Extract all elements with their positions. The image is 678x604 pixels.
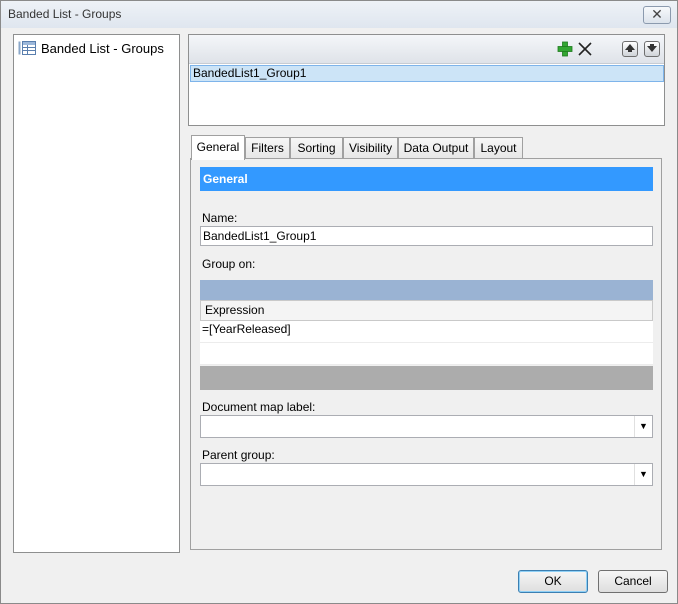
name-field[interactable]: BandedList1_Group1	[200, 226, 653, 246]
document-map-combobox[interactable]: ▼	[200, 415, 653, 438]
move-down-icon	[647, 44, 657, 52]
name-label: Name:	[202, 211, 238, 225]
group-expressions-grid: Expression =[YearReleased]	[200, 280, 653, 390]
add-group-button[interactable]	[556, 40, 574, 58]
general-tab-panel: General Name: BandedList1_Group1 Group o…	[190, 158, 662, 550]
move-down-button[interactable]	[644, 41, 660, 57]
grid-bottom-bar	[200, 366, 653, 390]
expression-row[interactable]: =[YearReleased]	[200, 321, 653, 343]
tab-visibility[interactable]: Visibility	[343, 137, 398, 159]
tab-data-output[interactable]: Data Output	[398, 137, 474, 159]
groups-dialog: Banded List - Groups ✕ Banded List - Gro…	[0, 0, 678, 604]
close-icon	[578, 42, 592, 56]
group-list-item[interactable]: BandedList1_Group1	[190, 65, 664, 82]
close-button[interactable]: ✕	[643, 6, 671, 24]
ok-button[interactable]: OK	[518, 570, 588, 593]
expression-column-header[interactable]: Expression	[200, 300, 653, 321]
move-up-icon	[625, 44, 635, 52]
tab-general[interactable]: General	[191, 135, 245, 160]
tree-item-banded-list[interactable]: Banded List - Groups	[18, 39, 164, 57]
groups-toolbar	[189, 35, 664, 64]
chevron-down-icon[interactable]: ▼	[634, 416, 652, 437]
window-title: Banded List - Groups	[8, 7, 122, 21]
close-icon: ✕	[651, 6, 663, 22]
expression-row[interactable]	[200, 343, 653, 365]
grid-top-bar	[200, 280, 653, 301]
plus-icon	[557, 41, 573, 57]
tab-sorting[interactable]: Sorting	[290, 137, 343, 159]
banded-list-icon	[18, 41, 36, 55]
move-up-button[interactable]	[622, 41, 638, 57]
report-tree: Banded List - Groups	[13, 34, 180, 553]
tab-layout[interactable]: Layout	[474, 137, 523, 159]
tree-item-label: Banded List - Groups	[41, 40, 164, 56]
document-map-label: Document map label:	[202, 400, 316, 414]
tab-filters[interactable]: Filters	[245, 137, 290, 159]
section-header: General	[200, 167, 653, 191]
groups-list-panel: BandedList1_Group1	[188, 34, 665, 126]
title-bar: Banded List - Groups ✕	[1, 1, 677, 28]
parent-group-label: Parent group:	[202, 448, 275, 462]
cancel-button[interactable]: Cancel	[598, 570, 668, 593]
parent-group-combobox[interactable]: ▼	[200, 463, 653, 486]
group-on-label: Group on:	[202, 257, 256, 271]
delete-group-button[interactable]	[576, 40, 594, 58]
chevron-down-icon[interactable]: ▼	[634, 464, 652, 485]
